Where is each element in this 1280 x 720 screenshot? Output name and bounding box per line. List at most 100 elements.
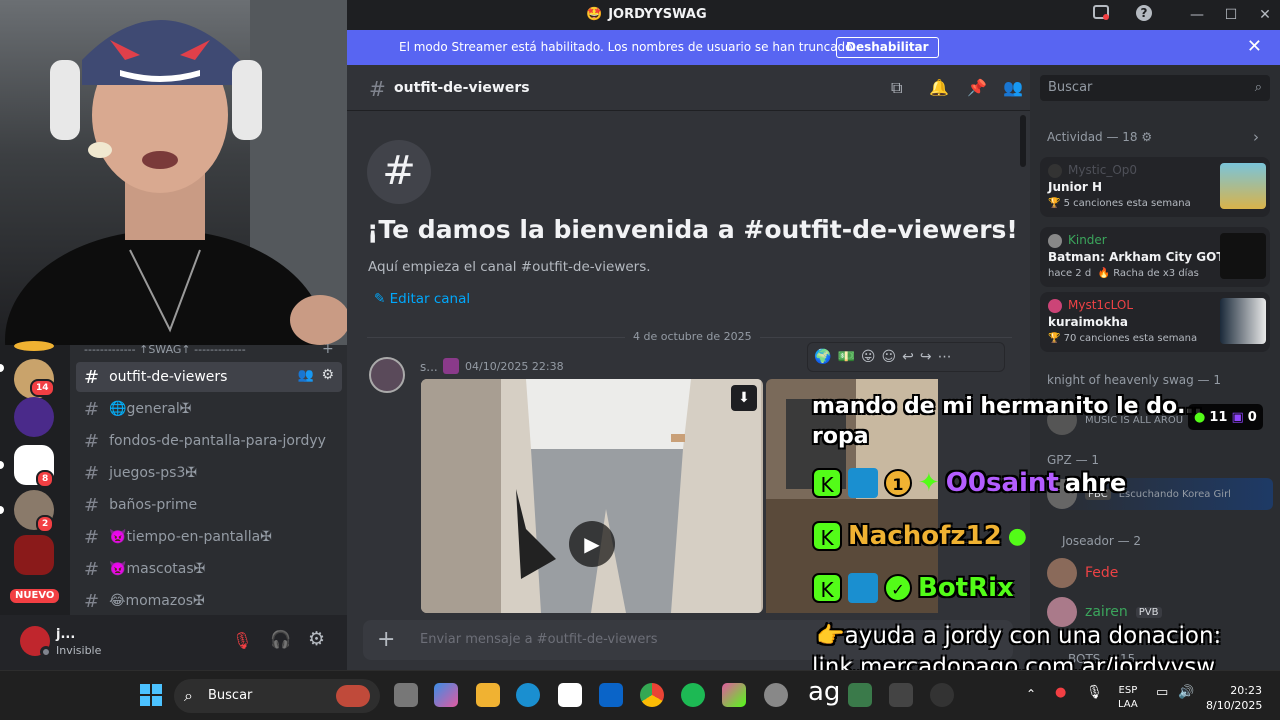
- channel-item-fondos[interactable]: # fondos-de-pantalla-para-jordyy: [76, 426, 342, 456]
- channel-name: baños-prime: [109, 497, 198, 513]
- hash-icon: #: [84, 430, 100, 452]
- close-window-button[interactable]: ✕: [1254, 4, 1276, 26]
- message-input[interactable]: Enviar mensaje a #outfit-de-viewers: [420, 632, 658, 647]
- avatar: [1048, 299, 1062, 313]
- channel-item-tiempo[interactable]: # 👿tiempo-en-pantalla✠: [76, 522, 342, 552]
- outlook-icon[interactable]: [599, 683, 623, 707]
- server-icon[interactable]: [14, 341, 54, 351]
- reply-icon[interactable]: ↩: [902, 349, 914, 365]
- chevron-right-icon[interactable]: ›: [1253, 128, 1259, 146]
- add-attachment-icon[interactable]: +: [377, 627, 395, 652]
- scrollbar[interactable]: [1020, 115, 1026, 167]
- spotify-icon[interactable]: [681, 683, 705, 707]
- title-emoji: 🤩: [586, 7, 603, 22]
- more-options-icon[interactable]: ⋯: [938, 349, 952, 365]
- disable-streamer-button[interactable]: Deshabilitar: [836, 37, 939, 58]
- overlay-chat-line: mando de mi hermanito le do...: [812, 394, 1203, 419]
- hash-icon: #: [369, 77, 386, 101]
- category-header[interactable]: ------------- ↑SWAG↑ -------------: [84, 343, 246, 356]
- overlay-username: BotRix: [918, 573, 1014, 603]
- message-avatar[interactable]: [369, 357, 405, 393]
- activity-name: Batman: Arkham City GOTY: [1048, 250, 1234, 264]
- activity-card[interactable]: Mystic_Op0 Junior H 🏆 5 canciones esta s…: [1040, 157, 1270, 217]
- app-icon[interactable]: [930, 683, 954, 707]
- avatar: [1047, 558, 1077, 588]
- hash-icon: #: [84, 590, 100, 612]
- hash-icon: #: [84, 494, 100, 516]
- member-item[interactable]: Fede: [1047, 558, 1118, 588]
- language-indicator[interactable]: ESP LAA: [1118, 684, 1138, 712]
- chrome-icon[interactable]: [640, 683, 664, 707]
- settings-icon[interactable]: [764, 683, 788, 707]
- edit-channel-link[interactable]: ✎ Editar canal: [374, 291, 470, 307]
- play-icon[interactable]: ▶: [569, 521, 615, 567]
- server-icon[interactable]: [14, 535, 54, 575]
- window-title: 🤩 JORDYYSWAG: [586, 7, 707, 22]
- microphone-icon[interactable]: 🎙: [1086, 685, 1103, 700]
- game-art: [1220, 233, 1266, 279]
- invite-icon[interactable]: 👥: [298, 368, 314, 383]
- message-author[interactable]: s...: [420, 360, 438, 374]
- viewer-counter: ● 11 ▣ 0: [1188, 404, 1263, 430]
- forward-icon[interactable]: ↪: [920, 349, 932, 365]
- headphones-icon[interactable]: 🎧: [270, 630, 291, 650]
- pin-icon[interactable]: 📌: [967, 78, 987, 97]
- volume-icon[interactable]: 🔊: [1178, 685, 1194, 700]
- download-icon[interactable]: ⬇: [731, 385, 757, 411]
- search-input[interactable]: Buscar ⌕: [1040, 75, 1270, 101]
- app-icon[interactable]: [722, 683, 746, 707]
- emote-icon: ●: [1007, 523, 1027, 549]
- show-hidden-icons[interactable]: ⌃: [1026, 687, 1036, 701]
- channel-item-momazos[interactable]: # 😂momazos✠: [76, 586, 342, 616]
- add-reaction-icon[interactable]: ☺: [881, 349, 896, 365]
- minimize-button[interactable]: —: [1186, 4, 1208, 26]
- activity-card[interactable]: Myst1cLOL kuraimokha 🏆 70 canciones esta…: [1040, 292, 1270, 352]
- windows-start-icon[interactable]: [139, 683, 163, 707]
- channel-item-banos[interactable]: # baños-prime: [76, 490, 342, 520]
- network-icon[interactable]: ▭: [1156, 685, 1168, 700]
- app-icon[interactable]: [848, 683, 872, 707]
- help-icon[interactable]: ?: [1133, 4, 1155, 26]
- moderator-icon: [848, 468, 878, 498]
- welcome-sub: Aquí empieza el canal #outfit-de-viewers…: [368, 259, 651, 275]
- tray-icon[interactable]: ●: [1055, 685, 1066, 700]
- clock-time: 20:23: [1230, 684, 1262, 697]
- reaction-emoji-icon[interactable]: 🌍: [814, 349, 831, 365]
- store-icon[interactable]: [558, 683, 582, 707]
- threads-icon[interactable]: ⧉: [891, 78, 902, 98]
- inbox-icon[interactable]: [1090, 4, 1112, 26]
- settings-gear-icon[interactable]: ⚙: [321, 367, 334, 383]
- edge-icon[interactable]: [516, 683, 540, 707]
- server-icon[interactable]: [14, 397, 54, 437]
- activity-title[interactable]: Actividad — 18 ⚙: [1047, 130, 1152, 144]
- channel-item-general[interactable]: # 🌐general✠: [76, 394, 342, 424]
- video-attachment[interactable]: ⬇ ▶: [421, 379, 763, 613]
- muted-mic-icon[interactable]: 🎙: [232, 631, 252, 650]
- reaction-emoji-icon[interactable]: 😛: [861, 349, 876, 365]
- activity-detail: 🏆 5 canciones esta semana: [1048, 198, 1191, 209]
- file-explorer-icon[interactable]: [476, 683, 500, 707]
- reaction-emoji-icon[interactable]: 💵: [837, 349, 854, 365]
- app-icon[interactable]: [889, 683, 913, 707]
- maximize-button[interactable]: ☐: [1220, 4, 1242, 26]
- channel-header: # outfit-de-viewers ⧉ 🔔 📌 👥: [347, 65, 1030, 111]
- taskbar-app-label[interactable]: ag: [808, 677, 840, 707]
- close-banner-icon[interactable]: ✕: [1247, 36, 1262, 57]
- channel-item-juegos[interactable]: # juegos-ps3✠: [76, 458, 342, 488]
- member-list-icon[interactable]: 👥: [1003, 78, 1023, 97]
- activity-card[interactable]: Kinder Batman: Arkham City GOTY hace 2 d…: [1040, 227, 1270, 287]
- activity-gear-icon[interactable]: ⚙: [1141, 130, 1152, 144]
- trophy-icon: 🏆: [1048, 333, 1061, 344]
- channel-item-mascotas[interactable]: # 👿mascotas✠: [76, 554, 342, 584]
- search-icon: ⌕: [1254, 80, 1262, 95]
- taskbar-search[interactable]: ⌕ Buscar: [174, 679, 380, 713]
- app-icon[interactable]: [434, 683, 458, 707]
- hash-icon: #: [84, 526, 100, 548]
- task-view-icon[interactable]: [394, 683, 418, 707]
- message-toolbar: 🌍 💵 😛 ☺ ↩ ↪ ⋯: [807, 342, 1005, 372]
- notification-bell-icon[interactable]: 🔔: [929, 78, 949, 97]
- user-settings-icon[interactable]: ⚙: [308, 628, 325, 650]
- add-channel-icon[interactable]: +: [322, 341, 334, 357]
- clock[interactable]: 20:23 8/10/2025: [1206, 683, 1262, 713]
- channel-item-outfit-de-viewers[interactable]: # outfit-de-viewers 👥 ⚙: [76, 362, 342, 392]
